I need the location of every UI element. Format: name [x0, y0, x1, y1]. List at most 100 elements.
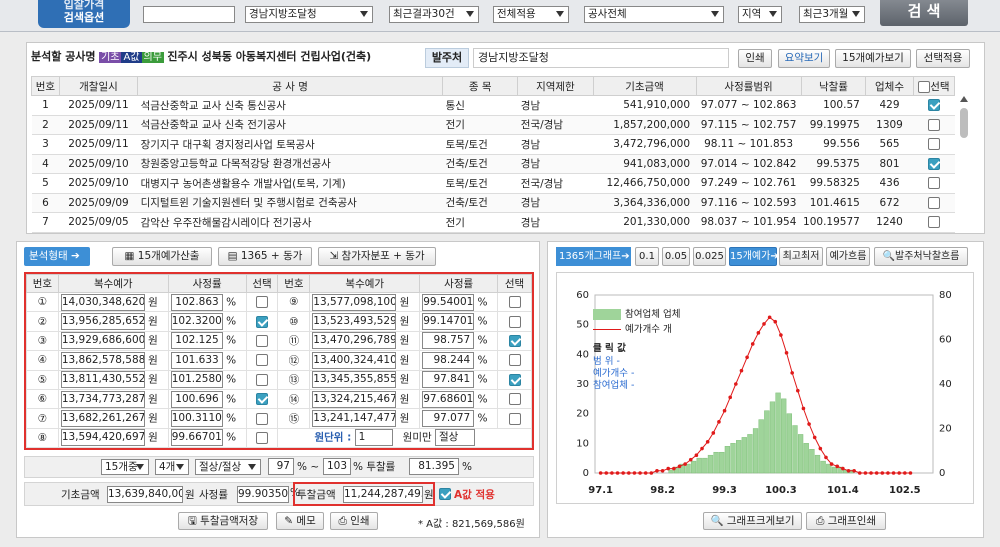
price-rate-input[interactable]: 101.25801 [170, 371, 223, 389]
price-select-checkbox[interactable] [508, 393, 521, 406]
list-scrollbar[interactable] [959, 96, 969, 232]
price-amount-input[interactable]: 13,929,686,600 [60, 332, 145, 350]
save-bid-button[interactable]: 🖫 투찰금액저장 [178, 512, 268, 530]
price-amount-input[interactable]: 13,400,324,410 [312, 351, 397, 369]
graph-print-button[interactable]: ⎙ 그래프인쇄 [806, 512, 886, 530]
price-select-checkbox[interactable] [508, 315, 521, 328]
row-select-checkbox[interactable] [927, 138, 940, 151]
price-amount-input[interactable]: 13,734,773,287 [60, 390, 145, 408]
price-rate-input[interactable]: 102.125 [170, 332, 223, 350]
price-rate-input[interactable]: 98.244 [422, 351, 475, 369]
price-select-checkbox[interactable] [256, 373, 269, 386]
price-flow-button[interactable]: 예가흐름 [826, 247, 870, 266]
row-select-checkbox[interactable] [927, 157, 940, 170]
fifteen-prices-graph-button[interactable]: 15개예가➔ [729, 247, 779, 266]
price-rate-input[interactable]: 99.14701 [422, 313, 475, 331]
table-row[interactable]: 1 2025/09/11 석금산중학교 교사 신축 통신공사 통신 경남 541,910,… [31, 95, 955, 116]
search-text-input[interactable] [143, 6, 235, 23]
price-select-checkbox[interactable] [256, 334, 269, 347]
participant-distribution-button[interactable]: ⇲ 참가자분포 + 동가 [318, 247, 436, 266]
memo-button[interactable]: ✎ 메모 [276, 512, 324, 530]
table-row[interactable]: 7 2025/09/05 감악산 우주잔해물감시레이다 전기공사 전기 경남 201,33… [31, 212, 955, 233]
row-select-checkbox[interactable] [927, 99, 940, 112]
table-row[interactable]: 3 2025/09/11 장기지구 대구획 경지정리사업 토목공사 토목/토건 경남 3,… [31, 134, 955, 155]
work-type-select[interactable]: 공사전체 [584, 6, 724, 23]
bid-rate-input[interactable]: 81.395 [409, 458, 459, 475]
analysis-type-button[interactable]: 분석형태 ➔ [24, 247, 90, 266]
summary-button[interactable]: 요약보기 [778, 49, 830, 68]
draw-count-select[interactable]: 4개 [155, 459, 189, 475]
price-amount-input[interactable]: 13,345,355,855 [312, 371, 397, 389]
graph-zoom-button[interactable]: 🔍 그래프크게보기 [703, 512, 802, 530]
price-select-checkbox[interactable] [508, 354, 521, 367]
period-select[interactable]: 최근3개월 [799, 6, 865, 23]
price-rate-input[interactable]: 97.68601 [422, 390, 475, 408]
price-select-checkbox[interactable] [256, 431, 269, 444]
price-rate-input[interactable]: 97.841 [422, 371, 475, 389]
range-max-input[interactable]: 103 [323, 458, 351, 475]
apply-scope-select[interactable]: 전체적용 [493, 6, 569, 23]
orderer-flow-button[interactable]: 🔍발주처낙찰흐름 [874, 247, 968, 266]
pick-count-select[interactable]: 15개중 [101, 459, 149, 475]
orderer-select[interactable]: 경남지방조달청 [245, 6, 373, 23]
price-amount-input[interactable]: 13,470,296,789 [312, 332, 397, 350]
apply-selection-button[interactable]: 선택적용 [916, 49, 970, 68]
price-rate-input[interactable]: 97.077 [422, 410, 475, 428]
table-row[interactable]: 4 2025/09/10 창원중앙고등학교 다목적강당 환경개선공사 건축/토건 경남 9… [31, 154, 955, 174]
price-amount-input[interactable]: 14,030,348,620 [60, 293, 145, 311]
price-rate-input[interactable]: 99.66701 [170, 429, 223, 447]
scroll-thumb[interactable] [960, 108, 968, 138]
price-rate-input[interactable]: 98.757 [422, 332, 475, 350]
price-amount-input[interactable]: 13,577,098,100 [312, 293, 397, 311]
price-amount-input[interactable]: 13,594,420,697 [60, 429, 145, 447]
step-0-05-button[interactable]: 0.05 [662, 247, 690, 266]
apply-avalue-checkbox[interactable] [439, 488, 451, 500]
price-rate-input[interactable]: 101.633 [170, 351, 223, 369]
price-rate-input[interactable]: 99.54001 [422, 293, 475, 311]
1365-same-price-button[interactable]: ▤ 1365 + 동가 [218, 247, 312, 266]
price-rate-input[interactable]: 102.32001 [170, 313, 223, 331]
region-select[interactable]: 지역 [738, 6, 782, 23]
fifteen-prices-button[interactable]: 15개예가보기 [835, 49, 911, 68]
table-row[interactable]: 6 2025/09/09 디지털트윈 기술지원센터 및 주행시험로 건축공사 건축/토… [31, 193, 955, 213]
row-select-checkbox[interactable] [927, 196, 940, 209]
below-unit-select[interactable]: 절상 [435, 429, 475, 447]
recent-results-select[interactable]: 최근결과30건 [389, 6, 479, 23]
unit-select[interactable]: 1 [354, 429, 393, 447]
price-select-checkbox[interactable] [256, 296, 269, 309]
price-select-checkbox[interactable] [508, 296, 521, 309]
price-amount-input[interactable]: 13,324,215,467 [312, 390, 397, 408]
price-amount-input[interactable]: 13,523,493,529 [312, 313, 397, 331]
price-select-checkbox[interactable] [508, 412, 521, 425]
select-all-checkbox[interactable] [918, 80, 931, 93]
price-select-checkbox[interactable] [508, 334, 521, 347]
table-row[interactable]: 2 2025/09/11 석금산중학교 교사 신축 전기공사 전기 전국/경남 1,857… [31, 115, 955, 135]
price-rate-input[interactable]: 100.696 [170, 390, 223, 408]
price-amount-input[interactable]: 13,241,147,477 [312, 410, 397, 428]
price-amount-input[interactable]: 13,682,261,267 [60, 410, 145, 428]
row-select-checkbox[interactable] [927, 216, 940, 229]
price-select-checkbox[interactable] [256, 315, 269, 328]
price-amount-input[interactable]: 13,956,285,652 [60, 313, 145, 331]
rounding-select[interactable]: 절상/절상 [195, 459, 261, 475]
price-amount-input[interactable]: 13,811,430,552 [60, 371, 145, 389]
step-0-1-button[interactable]: 0.1 [635, 247, 659, 266]
price-select-checkbox[interactable] [256, 354, 269, 367]
print-bid-button[interactable]: ⎙ 인쇄 [330, 512, 378, 530]
row-select-checkbox[interactable] [927, 177, 940, 190]
calc-15-prices-button[interactable]: ▦ 15개예가산출 [112, 247, 212, 266]
range-min-input[interactable]: 97 [268, 458, 294, 475]
row-select-checkbox[interactable] [927, 118, 940, 131]
price-select-checkbox[interactable] [256, 412, 269, 425]
search-button[interactable]: 검 색 [880, 0, 968, 26]
price-select-checkbox[interactable] [256, 393, 269, 406]
step-0-025-button[interactable]: 0.025 [693, 247, 726, 266]
table-row[interactable]: 5 2025/09/10 대병지구 농어촌생활용수 개발사업(토목, 기계) 토목/토… [31, 173, 955, 194]
price-select-checkbox[interactable] [508, 373, 521, 386]
price-amount-input[interactable]: 13,862,578,588 [60, 351, 145, 369]
print-button[interactable]: 인쇄 [738, 49, 772, 68]
price-rate-input[interactable]: 102.863 [170, 293, 223, 311]
tab-1365-graph[interactable]: 1365개그래프➔ [556, 247, 631, 266]
high-low-button[interactable]: 최고최저 [779, 247, 823, 266]
price-rate-input[interactable]: 100.31101 [170, 410, 223, 428]
